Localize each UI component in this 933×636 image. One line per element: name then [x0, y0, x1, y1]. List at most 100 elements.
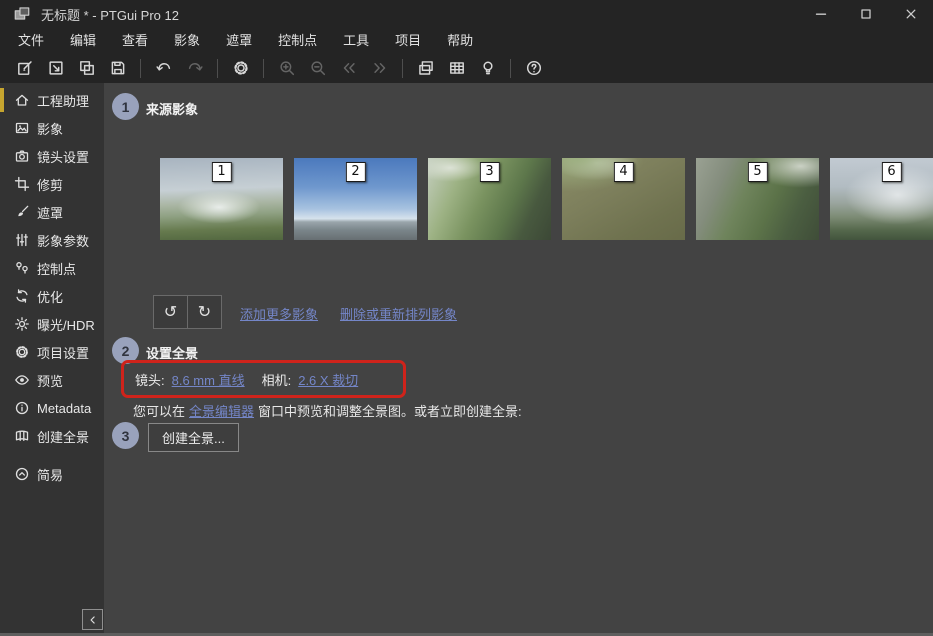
close-button[interactable]	[888, 0, 933, 28]
menu-item-tools[interactable]: 工具	[330, 28, 382, 53]
toolbar-separator	[402, 59, 403, 78]
sidebar-item-preview[interactable]: 预览	[0, 366, 104, 394]
sidebar-item-project-assistant[interactable]: 工程助理	[0, 86, 104, 114]
undo-icon	[155, 59, 173, 77]
undo-button[interactable]	[148, 55, 179, 81]
sidebar-item-simple-mode[interactable]: 简易	[0, 460, 104, 488]
minimize-button[interactable]	[798, 0, 843, 28]
zoom-in-icon	[278, 59, 296, 77]
sidebar-item-label: 影象	[37, 119, 63, 138]
step-1-title: 来源影象	[146, 99, 198, 118]
sidebar-item-label: Metadata	[37, 401, 91, 416]
zoom-out-button[interactable]	[302, 55, 333, 81]
maximize-icon	[858, 6, 874, 22]
brush-icon	[13, 204, 30, 220]
rotate-ccw-icon: ↺	[164, 304, 177, 320]
lens-settings-link[interactable]: 8.6 mm 直线	[172, 370, 245, 389]
open-project-icon	[47, 59, 65, 77]
sidebar-item-mask[interactable]: 遮罩	[0, 198, 104, 226]
map-pins-icon	[13, 260, 30, 276]
app-icon	[13, 5, 31, 23]
close-icon	[903, 6, 919, 22]
sidebar-item-label: 优化	[37, 287, 63, 306]
redo-button[interactable]	[179, 55, 210, 81]
note-text-before: 您可以在	[133, 404, 185, 419]
sidebar-item-metadata[interactable]: Metadata	[0, 394, 104, 422]
toolbar-separator	[140, 59, 141, 78]
sidebar-collapse-button[interactable]	[82, 609, 103, 630]
sidebar-item-label: 预览	[37, 371, 63, 390]
create-panorama-button[interactable]: 创建全景...	[148, 423, 239, 452]
add-images-button[interactable]	[71, 55, 102, 81]
settings-button[interactable]	[225, 55, 256, 81]
menu-item-help[interactable]: 帮助	[434, 28, 486, 53]
panorama-editor-button[interactable]	[410, 55, 441, 81]
rotate-right-button[interactable]: ↻	[187, 296, 221, 328]
sidebar-item-optimizer[interactable]: 优化	[0, 282, 104, 310]
images-icon	[13, 120, 30, 136]
open-project-button[interactable]	[40, 55, 71, 81]
new-project-icon	[16, 59, 34, 77]
sidebar-item-crop[interactable]: 修剪	[0, 170, 104, 198]
thumbnail-number-badge: 1	[211, 162, 231, 182]
settings-icon	[232, 59, 250, 77]
detail-viewer-button[interactable]	[472, 55, 503, 81]
source-image-strip: 1 2 3 4 56	[160, 158, 933, 240]
optimize-icon	[13, 288, 30, 304]
menu-item-images[interactable]: 影象	[161, 28, 213, 53]
source-image-thumbnail-2[interactable]: 2	[294, 158, 417, 240]
sidebar-item-project-settings[interactable]: 项目设置	[0, 338, 104, 366]
menu-item-file[interactable]: 文件	[5, 28, 57, 53]
control-point-table-button[interactable]	[441, 55, 472, 81]
camera-icon	[13, 148, 30, 164]
menu-item-control-points[interactable]: 控制点	[265, 28, 330, 53]
gear-icon	[13, 344, 30, 360]
skip-back-icon	[340, 59, 358, 77]
zoom-in-button[interactable]	[271, 55, 302, 81]
add-more-images-link[interactable]: 添加更多影象	[240, 304, 318, 323]
sun-icon	[13, 316, 30, 332]
thumbnail-number-badge: 3	[479, 162, 499, 182]
menu-item-view[interactable]: 查看	[109, 28, 161, 53]
delete-rearrange-images-link[interactable]: 删除或重新排列影象	[340, 304, 457, 323]
source-image-thumbnail-1[interactable]: 1	[160, 158, 283, 240]
toolbar-separator	[263, 59, 264, 78]
panorama-editor-link[interactable]: 全景编辑器	[189, 404, 254, 419]
skip-back-button[interactable]	[333, 55, 364, 81]
sidebar-item-image-parameters[interactable]: 影象参数	[0, 226, 104, 254]
save-project-button[interactable]	[102, 55, 133, 81]
sidebar-item-create-panorama[interactable]: 创建全景	[0, 422, 104, 450]
menu-item-edit[interactable]: 编辑	[57, 28, 109, 53]
sidebar-item-images[interactable]: 影象	[0, 114, 104, 142]
panorama-editor-icon	[417, 59, 435, 77]
panorama-icon	[13, 428, 30, 444]
menu-item-project[interactable]: 项目	[382, 28, 434, 53]
new-project-button[interactable]	[9, 55, 40, 81]
source-image-thumbnail-3[interactable]: 3	[428, 158, 551, 240]
rotate-button-group: ↺↻	[153, 295, 222, 329]
thumbnail-number-badge: 4	[613, 162, 633, 182]
toolbar-separator	[510, 59, 511, 78]
camera-crop-link[interactable]: 2.6 X 裁切	[298, 370, 358, 389]
zoom-out-icon	[309, 59, 327, 77]
help-icon	[525, 59, 543, 77]
control-point-table-icon	[448, 59, 466, 77]
skip-forward-button[interactable]	[364, 55, 395, 81]
help-button[interactable]	[518, 55, 549, 81]
ptgui-window: { "window": { "title": "无标题 * - PTGui Pr…	[0, 0, 933, 636]
maximize-button[interactable]	[843, 0, 888, 28]
sidebar-item-control-points[interactable]: 控制点	[0, 254, 104, 282]
title-bar: 无标题 * - PTGui Pro 12	[0, 0, 933, 28]
sidebar-item-exposure-hdr[interactable]: 曝光/HDR	[0, 310, 104, 338]
thumbnail-number-badge: 2	[345, 162, 365, 182]
rotate-left-button[interactable]: ↺	[154, 296, 187, 328]
camera-label: 相机:	[262, 370, 292, 389]
sidebar-item-lens-settings[interactable]: 镜头设置	[0, 142, 104, 170]
rotate-cw-icon: ↻	[198, 304, 211, 320]
source-image-thumbnail-6[interactable]: 6	[830, 158, 933, 240]
sidebar-item-label: 项目设置	[37, 343, 89, 362]
menu-item-mask[interactable]: 遮罩	[213, 28, 265, 53]
source-image-thumbnail-4[interactable]: 4	[562, 158, 685, 240]
source-image-thumbnail-5[interactable]: 5	[696, 158, 819, 240]
skip-forward-icon	[371, 59, 389, 77]
